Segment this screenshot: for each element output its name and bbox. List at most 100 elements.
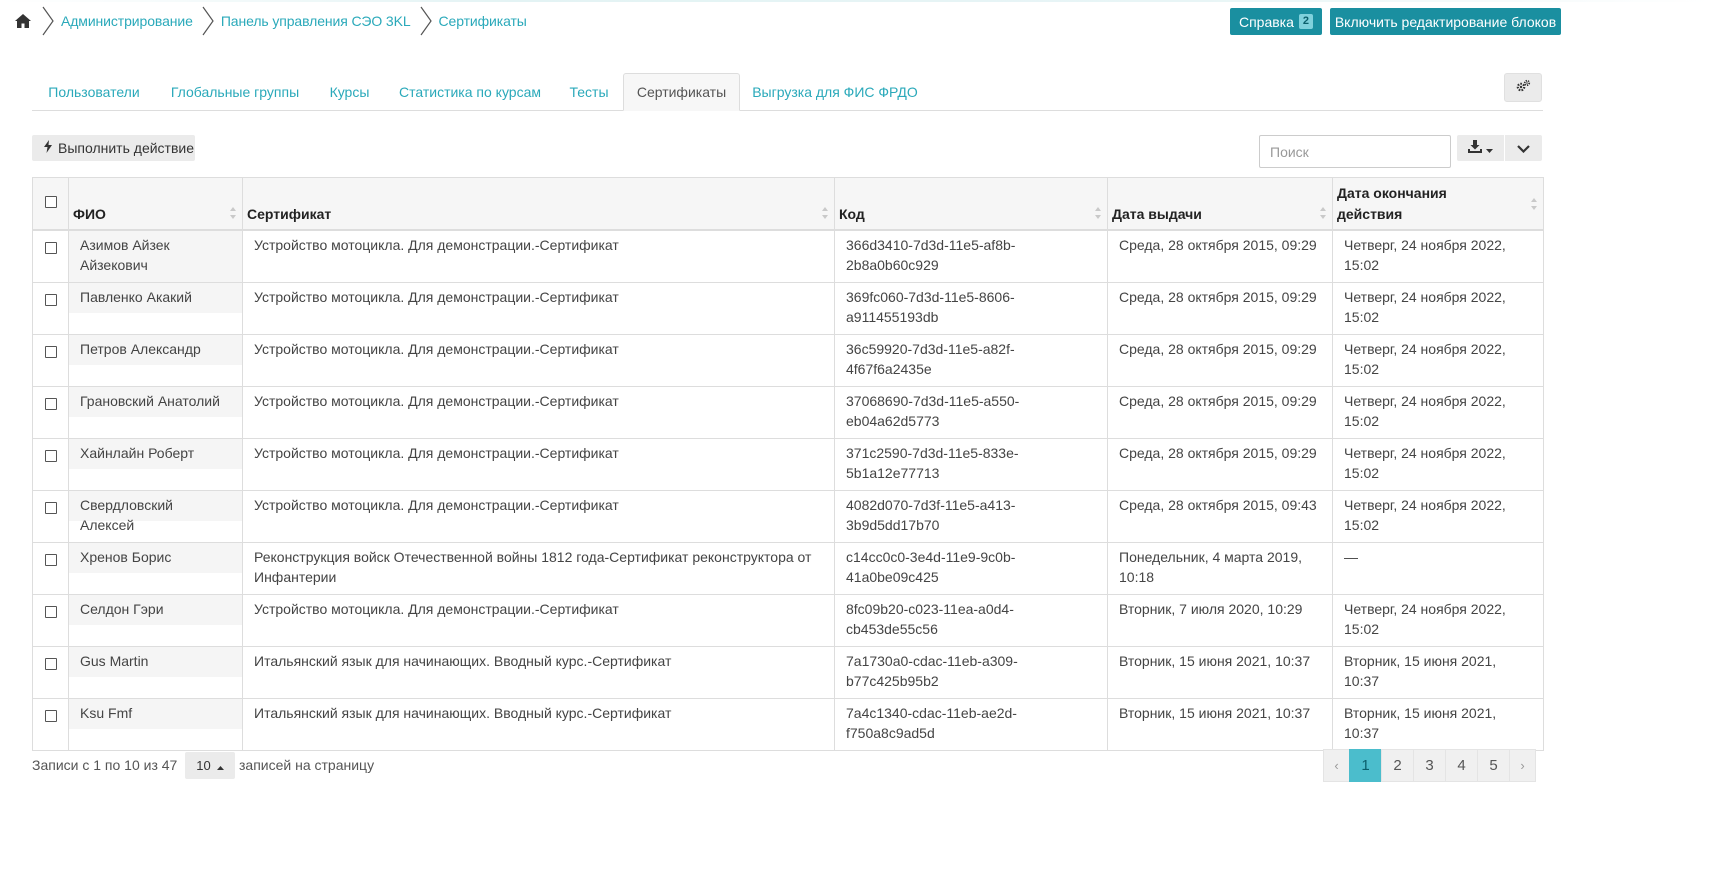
code-cell: 7a1730a0-cdac-11eb-a309-b77c425b95b2 bbox=[834, 645, 1108, 699]
expiry-date-cell: Четверг, 24 ноября 2022, 15:02 bbox=[1332, 489, 1544, 543]
tab-course-statistics[interactable]: Статистика по курсам bbox=[385, 73, 555, 111]
page-size-label: записей на страницу bbox=[239, 757, 375, 773]
breadcrumb-control-panel[interactable]: Панель управления СЭО 3KL bbox=[221, 13, 411, 29]
help-count-badge: 2 bbox=[1298, 14, 1314, 29]
tab-tests[interactable]: Тесты bbox=[555, 73, 623, 111]
row-checkbox[interactable] bbox=[44, 709, 57, 722]
pagination-next-button[interactable]: › bbox=[1509, 749, 1536, 782]
expiry-date-cell: Четверг, 24 ноября 2022, 15:02 bbox=[1332, 385, 1544, 439]
home-icon[interactable] bbox=[13, 12, 33, 30]
row-checkbox[interactable] bbox=[44, 449, 57, 462]
name-cell: Павленко Акакий bbox=[68, 281, 243, 335]
certificate-cell: Устройство мотоцикла. Для демонстрации.-… bbox=[242, 593, 835, 647]
issue-date-cell: Среда, 28 октября 2015, 09:29 bbox=[1107, 281, 1333, 335]
pagination-page-2[interactable]: 2 bbox=[1381, 749, 1414, 782]
student-name: Азимов Айзек Айзекович bbox=[80, 236, 170, 274]
row-checkbox[interactable] bbox=[44, 293, 57, 306]
pagination-prev-button[interactable]: ‹ bbox=[1323, 749, 1350, 782]
name-cell: Ksu Fmf bbox=[68, 697, 243, 751]
row-select-cell bbox=[32, 593, 69, 647]
export-button[interactable] bbox=[1457, 135, 1504, 161]
issue-date-cell: Вторник, 7 июля 2020, 10:29 bbox=[1107, 593, 1333, 647]
row-select-cell bbox=[32, 489, 69, 543]
row-select-cell bbox=[32, 645, 69, 699]
row-checkbox[interactable] bbox=[44, 553, 57, 566]
help-button[interactable]: Справка 2 bbox=[1230, 8, 1322, 35]
expand-filters-button[interactable] bbox=[1505, 135, 1542, 161]
certificates-table: ФИО Сертификат Код Дата выдачи Дата окон… bbox=[32, 177, 1544, 751]
row-select-cell bbox=[32, 541, 69, 595]
certificate-cell: Устройство мотоцикла. Для демонстрации.-… bbox=[242, 489, 835, 543]
tab-fis-frdo-export[interactable]: Выгрузка для ФИС ФРДО bbox=[740, 73, 930, 111]
bolt-icon bbox=[44, 140, 52, 156]
issue-date-cell: Среда, 28 октября 2015, 09:43 bbox=[1107, 489, 1333, 543]
page-size-selector[interactable]: 10 bbox=[185, 752, 235, 779]
tab-certificates[interactable]: Сертификаты bbox=[623, 73, 740, 111]
table-row[interactable]: Ksu Fmf Итальянский язык для начинающих.… bbox=[32, 697, 1544, 751]
pagination-page-5[interactable]: 5 bbox=[1477, 749, 1510, 782]
row-select-cell bbox=[32, 229, 69, 283]
row-select-cell bbox=[32, 333, 69, 387]
pagination-page-1[interactable]: 1 bbox=[1349, 749, 1382, 782]
perform-action-button[interactable]: Выполнить действие bbox=[32, 135, 195, 161]
column-header-expiry-date-line2: действия bbox=[1337, 205, 1403, 222]
table-row[interactable]: Свердловский Алексей Устройство мотоцикл… bbox=[32, 489, 1544, 543]
tab-global-groups[interactable]: Глобальные группы bbox=[156, 73, 314, 111]
table-row[interactable]: Хайнлайн Роберт Устройство мотоцикла. Дл… bbox=[32, 437, 1544, 491]
breadcrumb-certificates[interactable]: Сертификаты bbox=[439, 13, 527, 29]
column-header-certificate[interactable]: Сертификат bbox=[242, 177, 835, 230]
certificate-cell: Устройство мотоцикла. Для демонстрации.-… bbox=[242, 437, 835, 491]
student-name: Ksu Fmf bbox=[80, 704, 133, 721]
breadcrumb-administration[interactable]: Администрирование bbox=[61, 13, 193, 29]
breadcrumb: Администрирование Панель управления СЭО … bbox=[13, 6, 527, 36]
settings-button[interactable] bbox=[1504, 73, 1542, 102]
name-cell: Хайнлайн Роберт bbox=[68, 437, 243, 491]
row-checkbox[interactable] bbox=[44, 241, 57, 254]
name-cell: Gus Martin bbox=[68, 645, 243, 699]
row-checkbox[interactable] bbox=[44, 657, 57, 670]
download-icon bbox=[1468, 140, 1482, 156]
enable-block-editing-button[interactable]: Включить редактирование блоков bbox=[1330, 8, 1561, 35]
expiry-date-cell: Вторник, 15 июня 2021, 10:37 bbox=[1332, 645, 1544, 699]
certificate-cell: Устройство мотоцикла. Для демонстрации.-… bbox=[242, 281, 835, 335]
chevron-right-icon bbox=[39, 6, 57, 36]
search-input[interactable] bbox=[1259, 135, 1451, 168]
table-row[interactable]: Петров Александр Устройство мотоцикла. Д… bbox=[32, 333, 1544, 387]
pagination-page-3[interactable]: 3 bbox=[1413, 749, 1446, 782]
code-cell: 369fc060-7d3d-11e5-8606-a911455193db bbox=[834, 281, 1108, 335]
row-checkbox[interactable] bbox=[44, 605, 57, 618]
select-all-checkbox[interactable] bbox=[44, 195, 57, 208]
row-checkbox[interactable] bbox=[44, 397, 57, 410]
tab-users[interactable]: Пользователи bbox=[32, 73, 156, 111]
table-row[interactable]: Павленко Акакий Устройство мотоцикла. Дл… bbox=[32, 281, 1544, 335]
table-row[interactable]: Азимов Айзек Айзекович Устройство мотоци… bbox=[32, 229, 1544, 283]
code-cell: 36c59920-7d3d-11e5-a82f-4f67f6a2435e bbox=[834, 333, 1108, 387]
table-row[interactable]: Gus Martin Итальянский язык для начинающ… bbox=[32, 645, 1544, 699]
gears-icon bbox=[1515, 79, 1531, 96]
row-select-cell bbox=[32, 697, 69, 751]
pagination-page-4[interactable]: 4 bbox=[1445, 749, 1478, 782]
table-row[interactable]: Грановский Анатолий Устройство мотоцикла… bbox=[32, 385, 1544, 439]
expiry-date-cell: Вторник, 15 июня 2021, 10:37 bbox=[1332, 697, 1544, 751]
name-cell: Грановский Анатолий bbox=[68, 385, 243, 439]
issue-date-cell: Среда, 28 октября 2015, 09:29 bbox=[1107, 437, 1333, 491]
chevron-right-icon bbox=[199, 6, 217, 36]
help-button-label: Справка bbox=[1238, 13, 1294, 30]
certificate-cell: Итальянский язык для начинающих. Вводный… bbox=[242, 697, 835, 751]
row-select-cell bbox=[32, 281, 69, 335]
row-checkbox[interactable] bbox=[44, 345, 57, 358]
table-row[interactable]: Хренов Борис Реконструкция войск Отечест… bbox=[32, 541, 1544, 595]
name-cell: Хренов Борис bbox=[68, 541, 243, 595]
caret-up-icon bbox=[216, 758, 224, 773]
column-header-issue-date[interactable]: Дата выдачи bbox=[1107, 177, 1333, 230]
tab-courses[interactable]: Курсы bbox=[314, 73, 385, 111]
caret-down-icon bbox=[1486, 140, 1493, 156]
row-checkbox[interactable] bbox=[44, 501, 57, 514]
table-row[interactable]: Селдон Гэри Устройство мотоцикла. Для де… bbox=[32, 593, 1544, 647]
student-name: Селдон Гэри bbox=[80, 600, 164, 617]
column-header-code[interactable]: Код bbox=[834, 177, 1108, 230]
column-header-expiry-date-line1: Дата окончания bbox=[1337, 184, 1447, 201]
column-header-name[interactable]: ФИО bbox=[68, 177, 243, 230]
column-header-expiry-date[interactable]: Дата окончания действия bbox=[1332, 177, 1544, 230]
code-cell: 37068690-7d3d-11e5-a550-eb04a62d5773 bbox=[834, 385, 1108, 439]
